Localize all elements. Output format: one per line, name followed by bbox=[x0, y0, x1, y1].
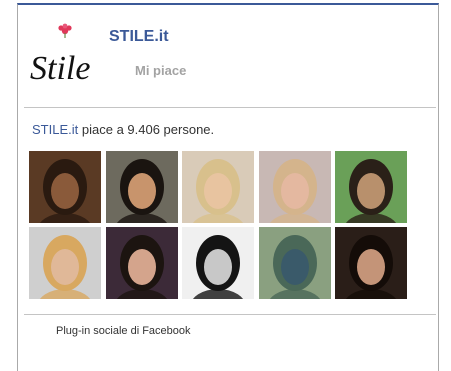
facebook-like-box: Stile STILE.it Mi piace STILE.it piace a… bbox=[17, 3, 439, 371]
likes-summary: STILE.it piace a 9.406 persone. bbox=[32, 122, 214, 137]
friend-avatar[interactable] bbox=[258, 151, 331, 223]
page-header: Stile STILE.it Mi piace bbox=[18, 5, 438, 107]
avatar-photo-icon bbox=[258, 227, 331, 299]
like-button[interactable]: Mi piace bbox=[135, 63, 186, 78]
logo-wordmark: Stile bbox=[30, 50, 90, 87]
friend-avatar[interactable] bbox=[29, 151, 101, 223]
friend-avatar[interactable] bbox=[335, 227, 407, 299]
friend-avatar[interactable] bbox=[182, 227, 254, 299]
avatar-photo-icon bbox=[335, 151, 407, 223]
friend-avatar[interactable] bbox=[182, 151, 254, 223]
friend-avatar[interactable] bbox=[105, 227, 178, 299]
avatar-photo-icon bbox=[29, 151, 101, 223]
friend-avatar[interactable] bbox=[335, 151, 407, 223]
likes-count-text: piace a 9.406 persone. bbox=[81, 122, 215, 137]
friend-avatar[interactable] bbox=[105, 151, 178, 223]
friend-avatar[interactable] bbox=[29, 227, 101, 299]
stile-logo-icon: Stile bbox=[30, 23, 90, 87]
avatar-photo-icon bbox=[182, 151, 254, 223]
avatar-photo-icon bbox=[258, 151, 331, 223]
avatar-photo-icon bbox=[29, 227, 101, 299]
avatar-photo-icon bbox=[105, 151, 178, 223]
divider bbox=[24, 314, 436, 315]
avatar-photo-icon bbox=[105, 227, 178, 299]
friend-avatar[interactable] bbox=[258, 227, 331, 299]
page-logo[interactable]: Stile bbox=[28, 21, 106, 91]
page-name-link[interactable]: STILE.it bbox=[109, 28, 169, 46]
avatar-photo-icon bbox=[335, 227, 407, 299]
divider bbox=[24, 107, 436, 108]
flower-icon bbox=[58, 23, 72, 38]
page-link[interactable]: STILE.it bbox=[32, 122, 78, 137]
avatar-photo-icon bbox=[182, 227, 254, 299]
facebook-plugin-footer[interactable]: Plug-in sociale di Facebook bbox=[56, 325, 191, 337]
